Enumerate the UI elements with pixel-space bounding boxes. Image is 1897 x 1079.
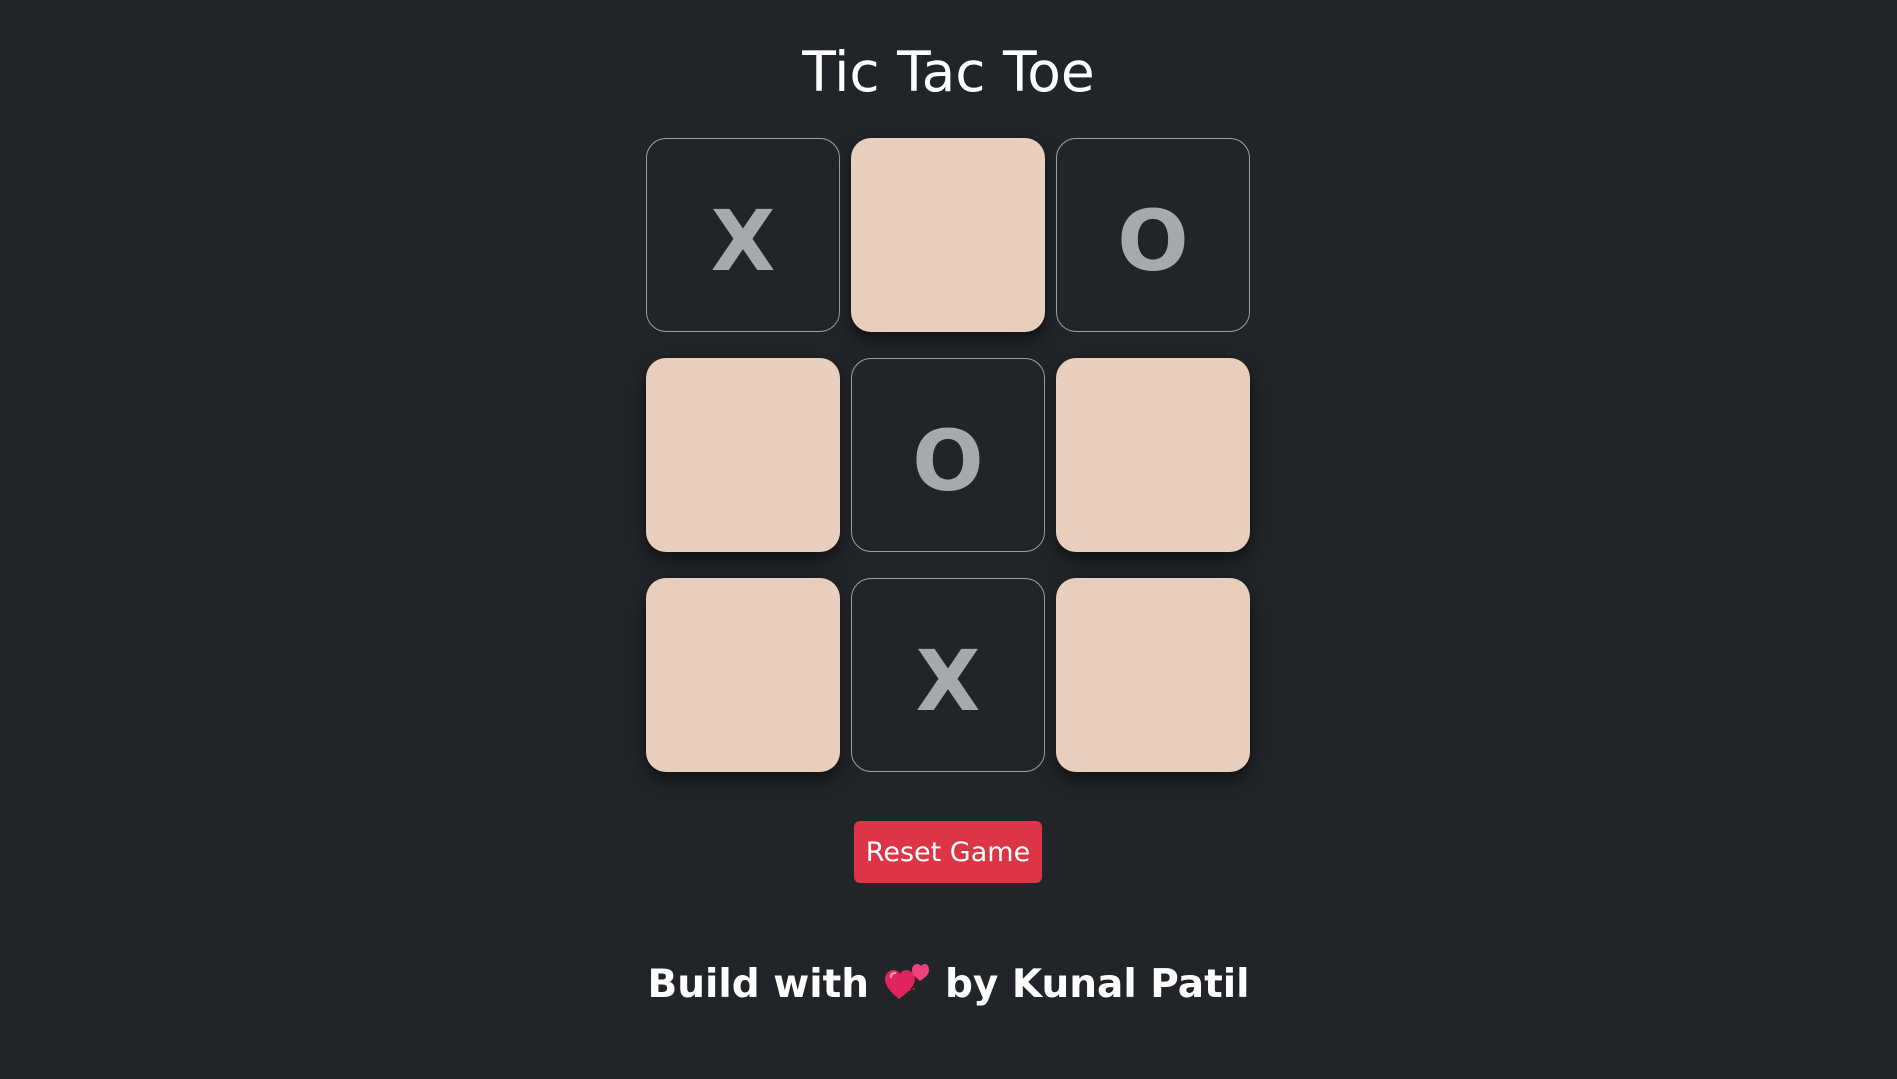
x-mark: X bbox=[710, 192, 776, 290]
game-page: Tic Tac Toe X O O X Reset Game Build with b… bbox=[0, 0, 1897, 1079]
board-cell-4[interactable] bbox=[646, 358, 840, 552]
x-mark: X bbox=[915, 632, 981, 730]
game-board: X O O X bbox=[646, 138, 1251, 772]
o-mark: O bbox=[1117, 192, 1189, 290]
board-cell-2[interactable] bbox=[851, 138, 1045, 332]
footer-text-before: Build with bbox=[647, 962, 870, 1007]
o-mark: O bbox=[912, 412, 984, 510]
board-cell-5[interactable]: O bbox=[851, 358, 1045, 552]
reset-game-button[interactable]: Reset Game bbox=[854, 821, 1042, 883]
footer-credit: Build with by Kunal Patil bbox=[0, 955, 1897, 1015]
footer-text-after: by Kunal Patil bbox=[945, 962, 1250, 1007]
board-cell-8[interactable]: X bbox=[851, 578, 1045, 772]
board-cell-6[interactable] bbox=[1056, 358, 1250, 552]
board-cell-1[interactable]: X bbox=[646, 138, 840, 332]
board-cell-7[interactable] bbox=[646, 578, 840, 772]
two-hearts-icon bbox=[885, 959, 930, 999]
page-title: Tic Tac Toe bbox=[802, 40, 1095, 104]
board-cell-9[interactable] bbox=[1056, 578, 1250, 772]
board-cell-3[interactable]: O bbox=[1056, 138, 1250, 332]
